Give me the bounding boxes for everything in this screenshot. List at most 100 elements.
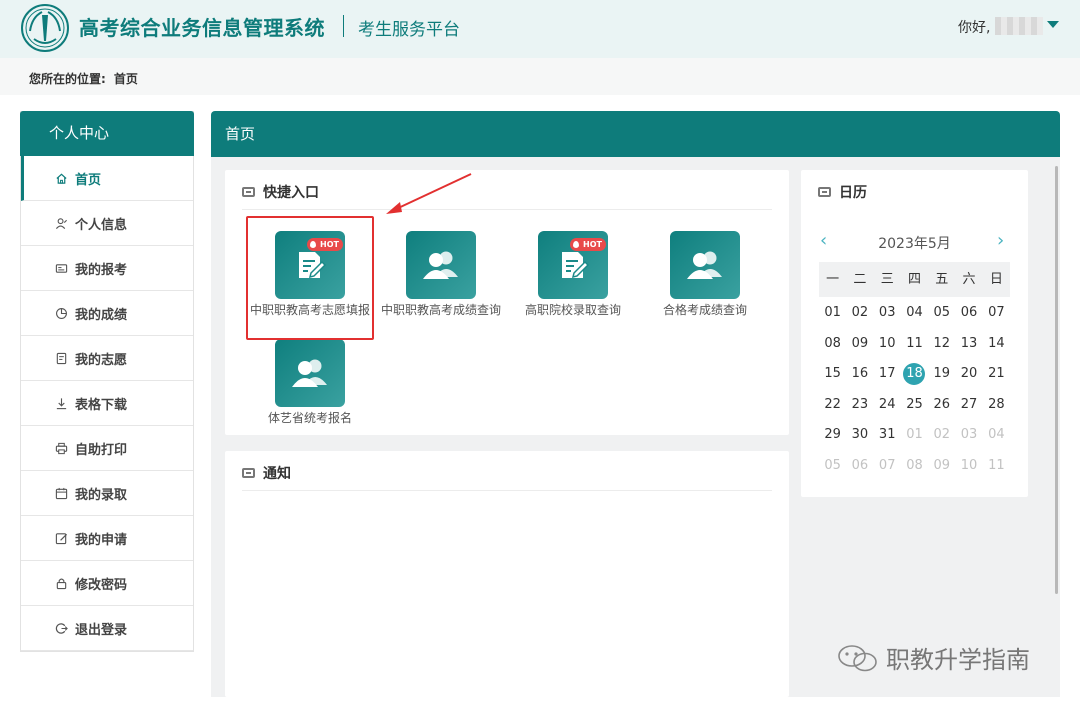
chevron-left-icon[interactable]: ‹ bbox=[820, 232, 827, 250]
calendar-day[interactable]: 17 bbox=[874, 359, 901, 390]
calendar-day[interactable]: 11 bbox=[901, 329, 928, 360]
sidebar-item-label: 我的录取 bbox=[75, 487, 128, 503]
tile-label: 合格考成绩查询 bbox=[662, 303, 747, 317]
sidebar-item-label: 修改密码 bbox=[75, 577, 128, 593]
top-header: 高考综合业务信息管理系统 考生服务平台 你好, bbox=[0, 0, 1080, 58]
id-card-icon bbox=[53, 260, 69, 276]
calendar-day[interactable]: 09 bbox=[928, 451, 955, 482]
sidebar-item[interactable]: 自助打印 bbox=[21, 426, 193, 471]
calendar-day[interactable]: 31 bbox=[874, 420, 901, 451]
annotation-arrow-icon bbox=[386, 173, 472, 214]
quick-entry-tile[interactable]: 中职职教高考成绩查询 bbox=[376, 231, 506, 319]
calendar-day[interactable]: 19 bbox=[928, 359, 955, 390]
sidebar-item[interactable]: 我的报考 bbox=[21, 246, 193, 291]
calendar-day[interactable]: 04 bbox=[983, 420, 1010, 451]
user-icon bbox=[53, 215, 69, 231]
users-icon bbox=[421, 249, 461, 281]
calendar-day[interactable]: 01 bbox=[819, 298, 846, 329]
sidebar-item-label: 自助打印 bbox=[75, 442, 128, 458]
calendar-day-number: 18 bbox=[906, 366, 923, 381]
sidebar-item[interactable]: 我的成绩 bbox=[21, 291, 193, 336]
notice-title: 通知 bbox=[263, 466, 291, 482]
calendar-days: 01 02 03 04 05 06 07 08 09 10 11 12 13 14 15 16 17 18 19 20… bbox=[819, 298, 1010, 481]
weekday-label: 一 bbox=[826, 272, 840, 287]
calendar-day[interactable]: 05 bbox=[819, 451, 846, 482]
calendar-day[interactable]: 21 bbox=[983, 359, 1010, 390]
calendar-card: 日历 2023年5月 ‹ › 一二三四五六日 01 02 03 04 05 06 07 08 0… bbox=[801, 170, 1028, 497]
greeting-text: 你好, bbox=[958, 20, 991, 36]
calendar-day[interactable]: 04 bbox=[901, 298, 928, 329]
calendar-day[interactable]: 08 bbox=[901, 451, 928, 482]
sidebar-item[interactable]: 我的志愿 bbox=[21, 336, 193, 381]
calendar-day[interactable]: 12 bbox=[928, 329, 955, 360]
calendar-day[interactable]: 06 bbox=[846, 451, 873, 482]
chevron-right-icon[interactable]: › bbox=[997, 232, 1004, 250]
calendar-day[interactable]: 03 bbox=[955, 420, 982, 451]
breadcrumb-label: 您所在的位置: bbox=[29, 72, 106, 86]
calendar-day[interactable]: 10 bbox=[955, 451, 982, 482]
sidebar-item[interactable]: 首页 bbox=[21, 156, 193, 201]
main-scrollbar[interactable] bbox=[1055, 166, 1058, 594]
calendar-day[interactable]: 11 bbox=[983, 451, 1010, 482]
calendar-day[interactable]: 14 bbox=[983, 329, 1010, 360]
calendar-day-today[interactable]: 18 bbox=[901, 359, 928, 390]
calendar-day[interactable]: 22 bbox=[819, 390, 846, 421]
form-edit-icon bbox=[556, 248, 590, 282]
calendar-day[interactable]: 08 bbox=[819, 329, 846, 360]
sidebar-item[interactable]: 我的录取 bbox=[21, 471, 193, 516]
calendar-day[interactable]: 01 bbox=[901, 420, 928, 451]
quick-entry-title: 快捷入口 bbox=[263, 185, 319, 201]
sidebar-item[interactable]: 个人信息 bbox=[21, 201, 193, 246]
calendar-day[interactable]: 26 bbox=[928, 390, 955, 421]
calendar-day[interactable]: 30 bbox=[846, 420, 873, 451]
calendar-month-label: 2023年5月 bbox=[878, 236, 951, 252]
sidebar-item[interactable]: 修改密码 bbox=[21, 561, 193, 606]
tile-icon-box: HOT bbox=[538, 231, 608, 299]
calendar-day[interactable]: 23 bbox=[846, 390, 873, 421]
calendar-day[interactable]: 02 bbox=[928, 420, 955, 451]
calendar-day[interactable]: 07 bbox=[874, 451, 901, 482]
watermark-text: 职教升学指南 bbox=[886, 646, 1030, 674]
calendar-day[interactable]: 02 bbox=[846, 298, 873, 329]
sidebar-item[interactable]: 退出登录 bbox=[21, 606, 193, 651]
calendar-day[interactable]: 29 bbox=[819, 420, 846, 451]
lock-icon bbox=[53, 575, 69, 591]
breadcrumb-current[interactable]: 首页 bbox=[114, 72, 138, 86]
tile-icon-box bbox=[670, 231, 740, 299]
calendar-day[interactable]: 10 bbox=[874, 329, 901, 360]
calendar-day[interactable]: 15 bbox=[819, 359, 846, 390]
sidebar-item[interactable]: 表格下载 bbox=[21, 381, 193, 426]
tile-icon-box bbox=[275, 339, 345, 407]
notice-heading: 通知 bbox=[242, 463, 291, 483]
calendar-day[interactable]: 28 bbox=[983, 390, 1010, 421]
sidebar-item-label: 个人信息 bbox=[75, 217, 128, 233]
calendar-day[interactable]: 09 bbox=[846, 329, 873, 360]
calendar-day[interactable]: 16 bbox=[846, 359, 873, 390]
quick-entry-tile[interactable]: 合格考成绩查询 bbox=[640, 231, 770, 319]
quick-entry-tile[interactable]: HOT 高职院校录取查询 bbox=[508, 231, 638, 319]
user-menu-caret-icon[interactable] bbox=[1047, 21, 1059, 28]
calendar-day[interactable]: 24 bbox=[874, 390, 901, 421]
calendar-day[interactable]: 05 bbox=[928, 298, 955, 329]
calendar-day[interactable]: 13 bbox=[955, 329, 982, 360]
quick-entry-tile[interactable]: 体艺省统考报名 bbox=[245, 339, 375, 427]
sidebar-item-label: 表格下载 bbox=[75, 397, 128, 413]
calendar-day[interactable]: 20 bbox=[955, 359, 982, 390]
calendar-day[interactable]: 03 bbox=[874, 298, 901, 329]
weekday-label: 二 bbox=[853, 272, 867, 287]
calendar-day[interactable]: 07 bbox=[983, 298, 1010, 329]
sidebar-item-label: 我的志愿 bbox=[75, 352, 128, 368]
weekday-label: 三 bbox=[880, 272, 894, 287]
system-title: 高考综合业务信息管理系统 bbox=[79, 16, 325, 40]
calendar-day[interactable]: 27 bbox=[955, 390, 982, 421]
sidebar-item-label: 我的成绩 bbox=[75, 307, 128, 323]
sidebar-item[interactable]: 我的申请 bbox=[21, 516, 193, 561]
username-redacted[interactable] bbox=[995, 17, 1043, 35]
calendar-day[interactable]: 06 bbox=[955, 298, 982, 329]
message-icon bbox=[242, 468, 255, 478]
sidebar-item-label: 我的申请 bbox=[75, 532, 128, 548]
calendar-day[interactable]: 25 bbox=[901, 390, 928, 421]
calendar-icon bbox=[53, 485, 69, 501]
hot-badge: HOT bbox=[570, 238, 606, 251]
calendar-heading: 日历 bbox=[818, 182, 867, 202]
